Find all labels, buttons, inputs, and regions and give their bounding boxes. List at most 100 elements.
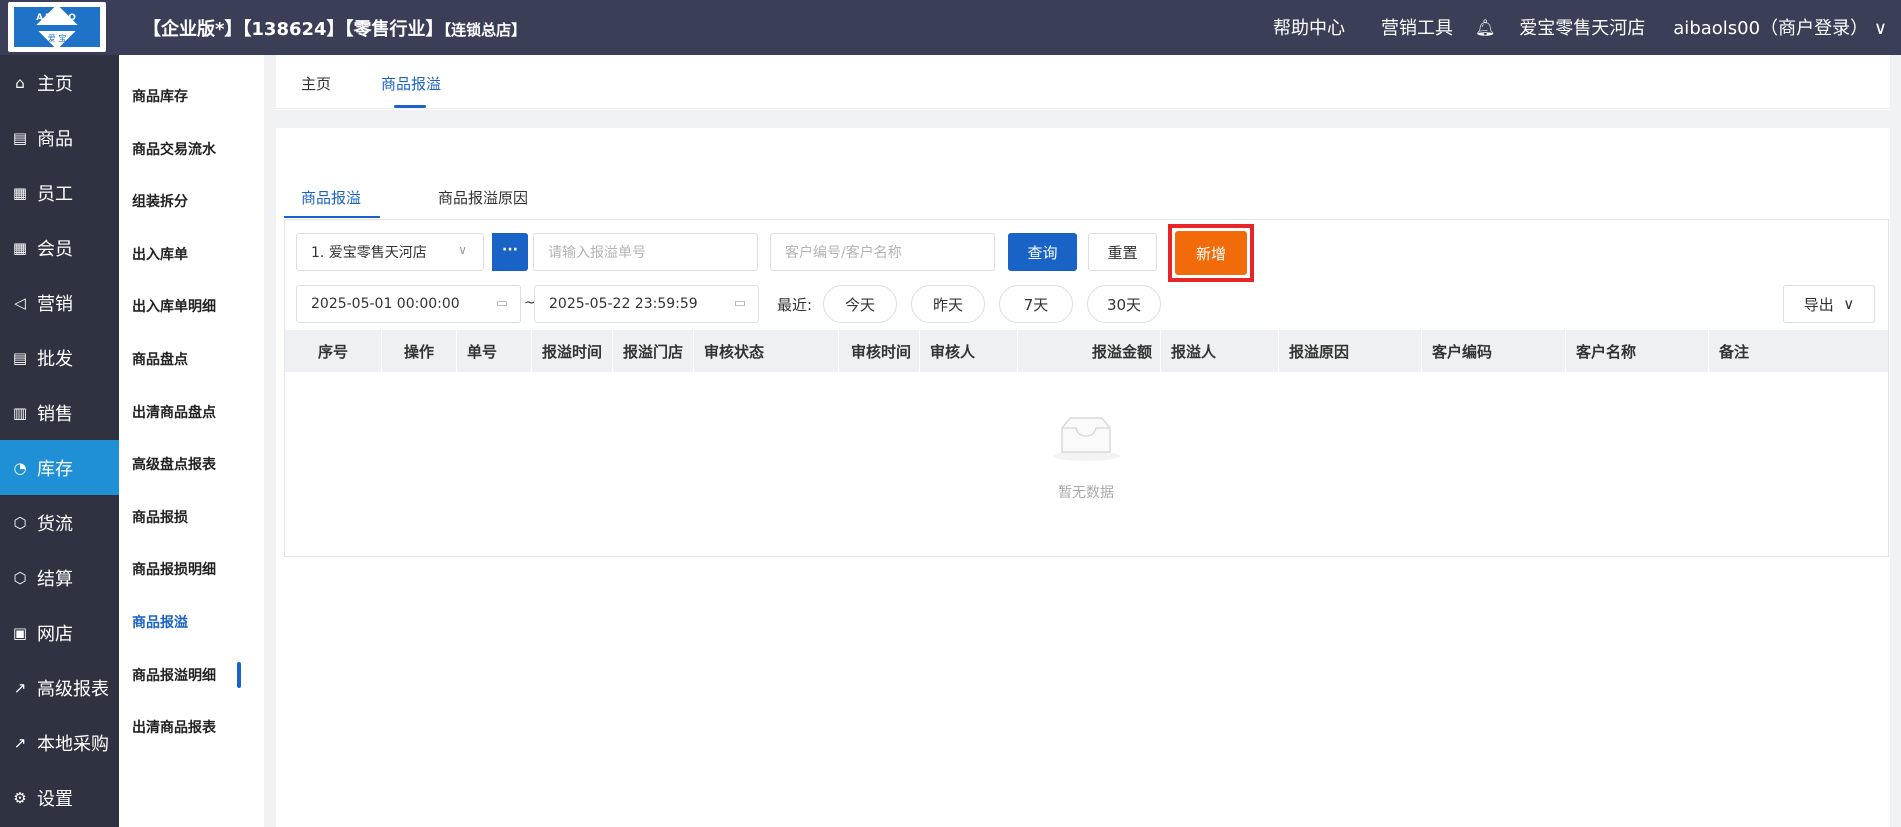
settings-icon: ⚙ [13,788,27,807]
col-order-no[interactable]: 单号 [457,330,532,372]
account-title-store-type: 【连锁总店】 [443,21,527,39]
submenu-item[interactable]: 出清商品盘点 [132,402,216,422]
col-overflow-amount[interactable]: 报溢金额 [1018,330,1161,372]
submenu-item[interactable]: 组装拆分 [132,191,188,211]
overflow-panel: 1. 爱宝零售天河店 ∨ ··· 请输入报溢单号 客户编号/客户名称 查询 重置… [284,219,1889,557]
date-end-value: 2025-05-22 23:59:59 [549,296,698,312]
store-select-value: 1. 爱宝零售天河店 [311,245,427,261]
sidebar-item-label: 营销 [37,293,73,315]
calendar-icon: ▭ [495,296,508,311]
account-title: 【企业版*】【138624】【零售行业】【连锁总店】 [143,15,526,41]
submenu-item[interactable]: 商品库存 [132,86,188,106]
page-tabs: 主页 商品报溢 [276,55,1890,109]
inventory-submenu: 商品库存商品交易流水 组装拆分出入库单出入库单明细 商品盘点出清商品盘点 高级盘点报表… [119,55,264,827]
seven-days-button[interactable]: 7天 [999,285,1073,323]
col-customer-code[interactable]: 客户编码 [1422,330,1566,372]
staff-icon: ▦ [12,183,28,202]
sidebar-item-label: 设置 [37,788,73,810]
submenu-item[interactable]: 商品盘点 [132,349,188,369]
sales-icon: ▥ [12,403,28,422]
submenu-item[interactable]: 商品交易流水 [132,139,216,159]
sidebar-item-label: 商品 [37,128,73,150]
wholesale-icon: ▤ [12,348,28,367]
tab-active-underline [394,105,426,108]
sidebar-item-settings[interactable]: ⚙ 设置 [0,770,119,825]
export-dropdown[interactable]: 导出 ∨ [1783,285,1875,323]
home-icon: ⌂ [15,73,25,92]
query-button[interactable]: 查询 [1008,233,1077,271]
tab-home[interactable]: 主页 [301,73,331,94]
col-auditor[interactable]: 审核人 [920,330,1018,372]
sidebar-item-label: 主页 [37,73,73,95]
order-no-input[interactable]: 请输入报溢单号 [533,233,758,271]
sidebar-item-inventory[interactable]: ◔ 库存 [0,440,119,495]
submenu-item[interactable]: 出入库单 [132,244,188,264]
top-header: AIBAO 爱 宝 【企业版*】【138624】【零售行业】【连锁总店】 帮助中… [0,0,1901,55]
sidebar-item-home[interactable]: ⌂ 主页 [0,55,119,110]
submenu-item[interactable]: 商品报溢 [132,612,188,632]
sidebar-item-staff[interactable]: ▦ 员工 [0,165,119,220]
purchase-icon: ↗ [13,733,27,752]
submenu-item[interactable]: 高级盘点报表 [132,454,216,474]
marketing-tools-link[interactable]: 营销工具 [1381,14,1453,40]
inner-tab-overflow-reason[interactable]: 商品报溢原因 [438,187,528,208]
store-more-button[interactable]: ··· [492,233,528,271]
submenu-item[interactable]: 商品报溢明细 [132,665,216,685]
sidebar-item-label: 批发 [37,348,73,370]
submenu-item[interactable]: 出清商品报表 [132,717,216,737]
add-button[interactable]: 新增 [1175,231,1247,275]
col-audit-time[interactable]: 审核时间 [839,330,920,372]
col-index[interactable]: 序号 [285,330,382,372]
chevron-down-icon: ∨ [1873,18,1887,39]
submenu-item[interactable]: 商品报损明细 [132,559,216,579]
submenu-item[interactable]: 出入库单明细 [132,296,216,316]
bell-icon[interactable]: 🔔︎ [1475,18,1495,37]
submenu-item[interactable]: 商品报损 [132,507,188,527]
empty-text: 暂无数据 [1058,485,1114,501]
sidebar-item-wholesale[interactable]: ▤ 批发 [0,330,119,385]
col-overflow-time[interactable]: 报溢时间 [532,330,613,372]
date-start-input[interactable]: 2025-05-01 00:00:00 ▭ [296,285,521,323]
sidebar-item-report[interactable]: ↗ 高级报表 [0,660,119,715]
sidebar-item-member[interactable]: ▦ 会员 [0,220,119,275]
col-action[interactable]: 操作 [382,330,457,372]
col-overflow-store[interactable]: 报溢门店 [613,330,694,372]
member-icon: ▦ [12,238,28,257]
store-select[interactable]: 1. 爱宝零售天河店 ∨ [296,233,484,271]
sidebar-item-logistics[interactable]: ⬡ 货流 [0,495,119,550]
sidebar-item-label: 员工 [37,183,73,205]
sidebar-item-purchase[interactable]: ↗ 本地采购 [0,715,119,770]
col-audit-status[interactable]: 审核状态 [694,330,839,372]
help-center-link[interactable]: 帮助中心 [1273,14,1345,40]
aibao-logo[interactable]: AIBAO 爱 宝 [8,2,106,52]
reset-button[interactable]: 重置 [1088,233,1157,271]
sidebar-item-marketing[interactable]: ◁ 营销 [0,275,119,330]
product-icon: ▤ [12,128,28,147]
table-empty-state: 暂无数据 [285,372,1888,556]
customer-input[interactable]: 客户编号/客户名称 [770,233,995,271]
col-overflow-reason[interactable]: 报溢原因 [1279,330,1422,372]
user-menu[interactable]: aibaols00（商户登录） ∨ [1673,14,1887,40]
logo-mark: AIBAO 爱 宝 [14,4,100,50]
current-store[interactable]: 爱宝零售天河店 [1519,14,1645,40]
sidebar-item-product[interactable]: ▤ 商品 [0,110,119,165]
empty-box-icon [1052,417,1120,461]
sidebar-item-label: 高级报表 [37,678,109,700]
sidebar-item-sales[interactable]: ▥ 销售 [0,385,119,440]
col-remark[interactable]: 备注 [1709,330,1888,372]
date-end-input[interactable]: 2025-05-22 23:59:59 ▭ [534,285,759,323]
header-actions: 帮助中心 营销工具 🔔︎ 爱宝零售天河店 aibaols00（商户登录） ∨ [1237,14,1887,40]
thirty-days-button[interactable]: 30天 [1087,285,1161,323]
col-customer-name[interactable]: 客户名称 [1566,330,1709,372]
logistics-icon: ⬡ [13,513,27,532]
sidebar-item-webstore[interactable]: ▣ 网店 [0,605,119,660]
today-button[interactable]: 今天 [823,285,897,323]
submenu-active-indicator [237,662,241,688]
tab-product-overflow[interactable]: 商品报溢 [381,73,441,94]
col-overflow-person[interactable]: 报溢人 [1161,330,1279,372]
yesterday-button[interactable]: 昨天 [911,285,985,323]
sidebar-item-settlement[interactable]: ⬡ 结算 [0,550,119,605]
inventory-icon: ◔ [13,458,27,477]
inner-tab-overflow[interactable]: 商品报溢 [301,187,361,208]
chevron-down-icon: ∨ [1843,295,1855,313]
